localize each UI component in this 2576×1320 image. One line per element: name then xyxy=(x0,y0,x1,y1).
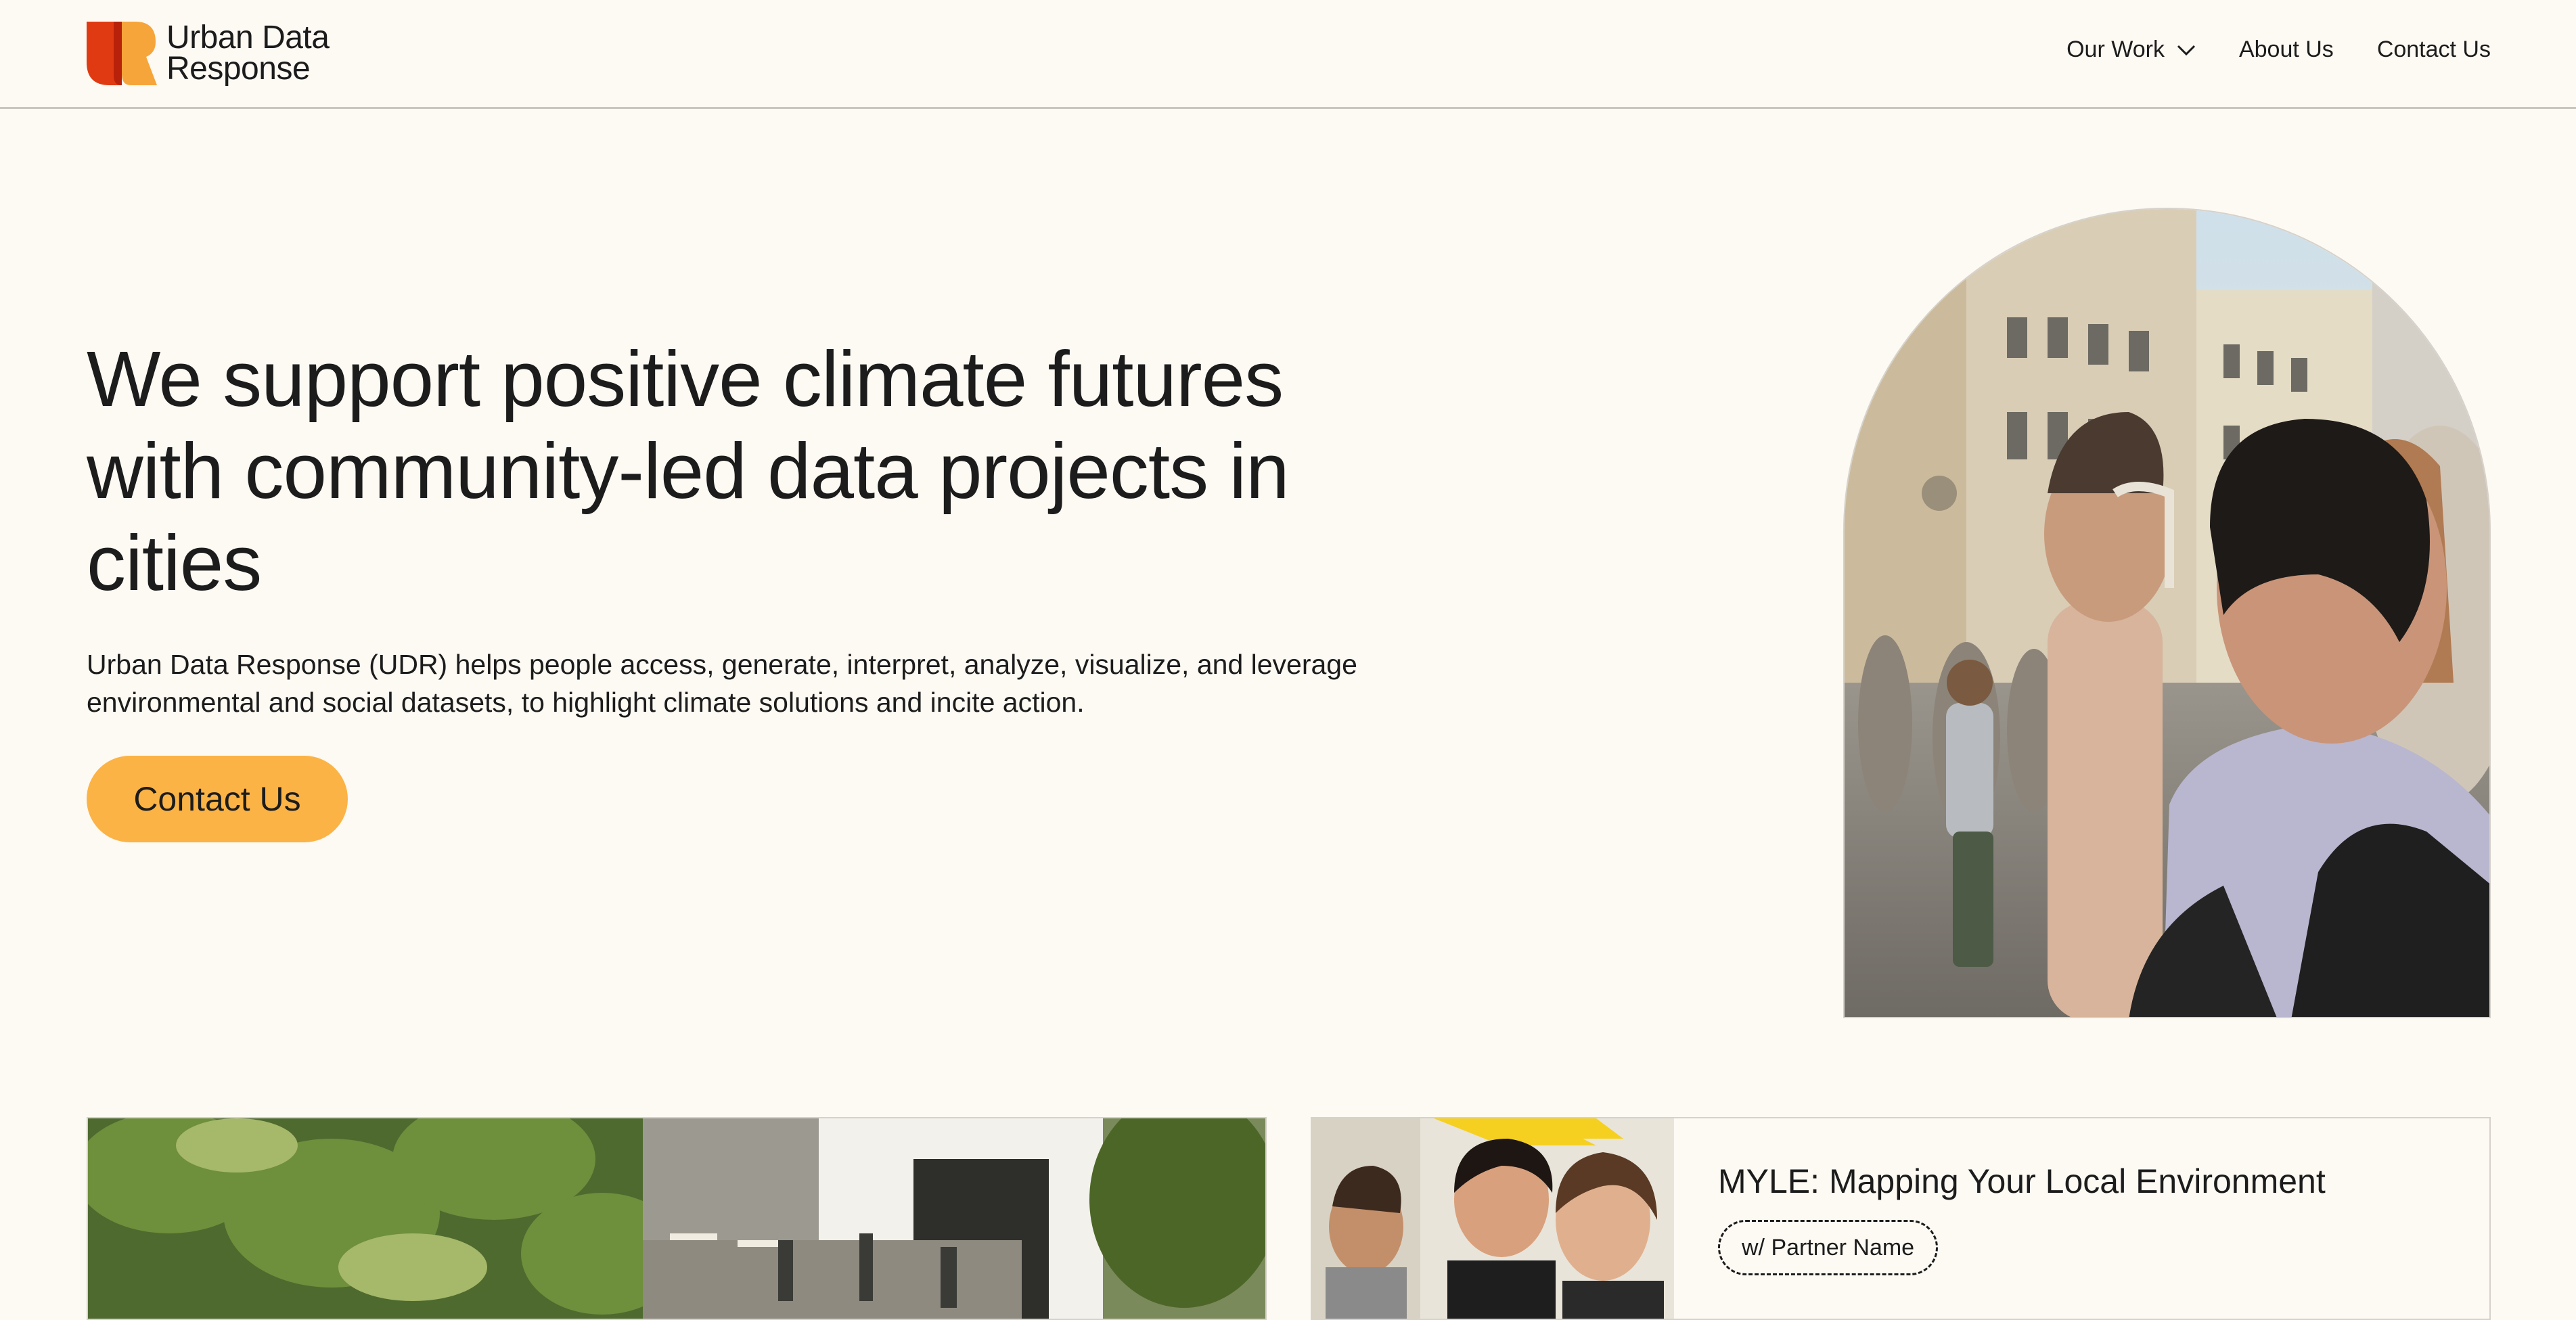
hero-description: Urban Data Response (UDR) helps people a… xyxy=(87,645,1426,721)
project-card-myle-photo xyxy=(1312,1118,1674,1319)
hero-title-line1: We support positive climate futures xyxy=(87,335,1284,423)
students-photo-illustration xyxy=(1312,1118,1674,1319)
logo[interactable]: Urban Data Response xyxy=(87,20,330,87)
hero-title-line3: cities xyxy=(87,519,262,607)
logo-line1: Urban Data xyxy=(166,20,330,55)
crowd-photo-illustration xyxy=(1845,209,2489,1017)
project-title: MYLE: Mapping Your Local Environment xyxy=(1718,1162,2326,1200)
site-header: Urban Data Response Our Work About Us Co… xyxy=(0,0,2576,109)
chevron-down-icon xyxy=(2177,45,2196,55)
contact-us-button[interactable]: Contact Us xyxy=(87,756,348,842)
nav-contact-us[interactable]: Contact Us xyxy=(2377,37,2491,63)
nav-our-work[interactable]: Our Work xyxy=(2066,37,2196,63)
udr-logo-icon xyxy=(87,22,157,85)
nav-contact-us-label: Contact Us xyxy=(2376,37,2491,62)
project-card-myle[interactable]: MYLE: Mapping Your Local Environment w/ … xyxy=(1311,1117,2491,1320)
nav-our-work-label: Our Work xyxy=(2066,37,2165,62)
project-card-photo[interactable] xyxy=(87,1117,1267,1320)
hero-title: We support positive climate futures with… xyxy=(87,333,1440,609)
partner-tag: w/ Partner Name xyxy=(1718,1220,1939,1275)
logo-text: Urban Data Response xyxy=(166,20,330,87)
nav-about-us[interactable]: About Us xyxy=(2239,37,2334,63)
hero-description-line2: environmental and social datasets, to hi… xyxy=(87,687,1085,718)
nav-about-us-label: About Us xyxy=(2238,37,2334,62)
hero-crowd-photo xyxy=(1843,208,2491,1018)
hero-description-line1: Urban Data Response (UDR) helps people a… xyxy=(87,649,1357,680)
hero-title-line2: with community-led data projects in xyxy=(87,427,1290,515)
logo-line2: Response xyxy=(166,51,311,87)
main-nav: Our Work About Us Contact Us xyxy=(2066,37,2491,63)
courtyard-photo-illustration xyxy=(88,1118,1265,1319)
